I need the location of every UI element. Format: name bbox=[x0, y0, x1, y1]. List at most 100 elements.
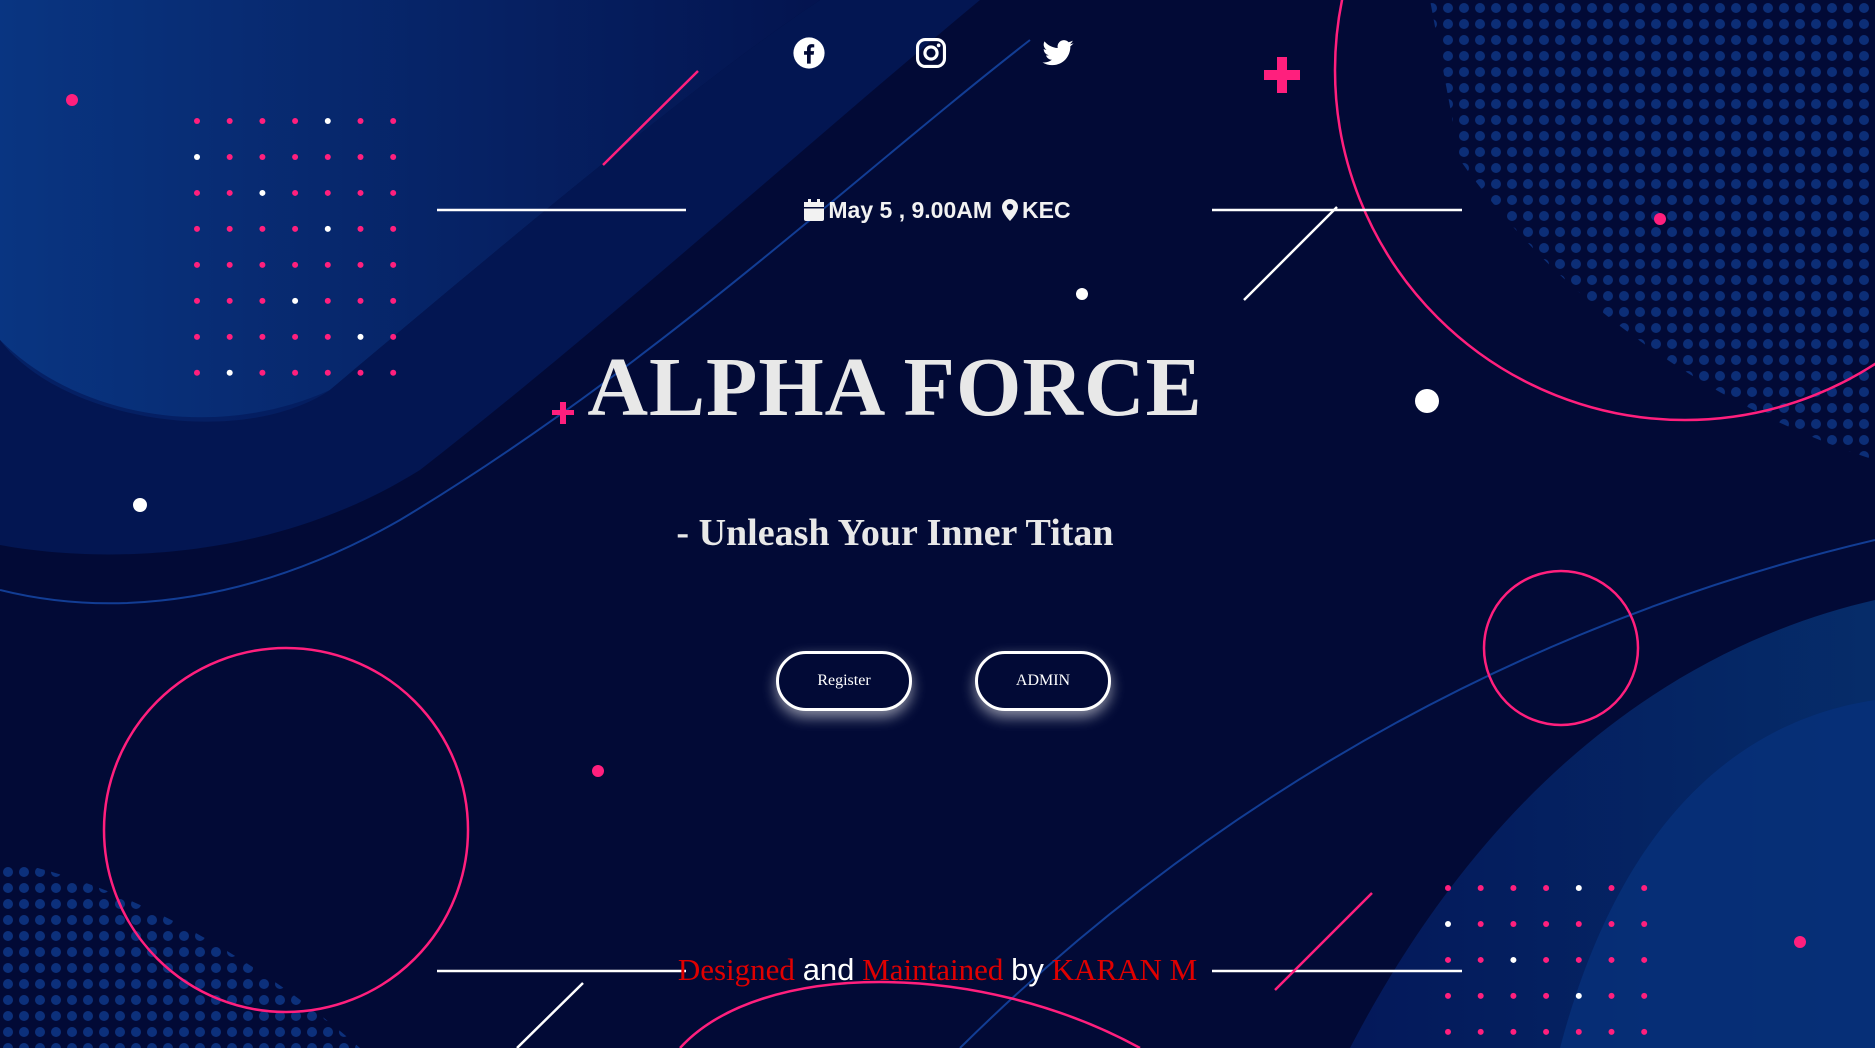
decor-dot bbox=[1575, 992, 1582, 999]
decor-dot bbox=[324, 118, 331, 124]
decor-dot bbox=[226, 297, 233, 304]
decor-dot bbox=[194, 225, 200, 232]
decor-dot bbox=[226, 261, 233, 268]
decor-dot bbox=[226, 225, 233, 232]
map-pin-icon bbox=[1002, 199, 1019, 221]
decor-dot bbox=[390, 153, 397, 160]
decor-dot bbox=[390, 261, 397, 268]
decor-dot bbox=[1543, 992, 1550, 999]
decor-dot bbox=[1641, 992, 1648, 999]
decor-dot bbox=[1477, 920, 1484, 927]
instagram-icon[interactable] bbox=[914, 36, 948, 70]
footer-by: by bbox=[1011, 952, 1044, 987]
decor-dot bbox=[357, 261, 364, 268]
decor-dot bbox=[324, 153, 331, 160]
decor-dot bbox=[1543, 920, 1550, 927]
decor-dot bbox=[292, 333, 299, 340]
decor-dot bbox=[259, 118, 266, 124]
tagline: - Unleash Your Inner Titan bbox=[676, 512, 1114, 554]
footer-maintained: Maintained bbox=[862, 952, 1004, 987]
decor-dot bbox=[1477, 956, 1484, 963]
decor-dot bbox=[324, 225, 331, 232]
facebook-icon[interactable] bbox=[792, 36, 826, 70]
decor-dot bbox=[1575, 885, 1582, 891]
decor-dot bbox=[259, 153, 266, 160]
decor-dot bbox=[390, 225, 397, 232]
decor-dot bbox=[259, 225, 266, 232]
decor-dot bbox=[1477, 1028, 1484, 1035]
decor-dot bbox=[226, 153, 233, 160]
decor-dot bbox=[1510, 885, 1517, 891]
decor-dot bbox=[194, 297, 200, 304]
calendar-icon bbox=[804, 199, 825, 221]
decor-dot bbox=[1543, 885, 1550, 891]
decor-dot bbox=[259, 297, 266, 304]
decor-dot bbox=[194, 261, 200, 268]
event-date-time: May 5 , 9.00AM bbox=[828, 196, 993, 223]
page-title: ALPHA FORCE bbox=[587, 341, 1203, 434]
decor-dot bbox=[357, 297, 364, 304]
decor-dot bbox=[357, 369, 364, 376]
decor-dot bbox=[1608, 1028, 1615, 1035]
decor-dot bbox=[1575, 920, 1582, 927]
decor-dot bbox=[292, 369, 299, 376]
decor-dot bbox=[292, 153, 299, 160]
decor-dot bbox=[390, 369, 397, 376]
decor-dot bbox=[1641, 956, 1648, 963]
decor-dot bbox=[194, 333, 200, 340]
decor-dot bbox=[1510, 956, 1517, 963]
footer-author: KARAN M bbox=[1051, 952, 1198, 987]
decor-dot bbox=[357, 118, 364, 124]
decor-dot bbox=[292, 261, 299, 268]
event-info: May 5 , 9.00AM KEC bbox=[0, 195, 1875, 225]
decor-dot bbox=[324, 369, 331, 376]
decor-dot bbox=[357, 153, 364, 160]
social-links bbox=[0, 36, 1875, 72]
decor-dot bbox=[324, 297, 331, 304]
decor-dot bbox=[226, 369, 233, 376]
decor-dot bbox=[390, 297, 397, 304]
decor-dot bbox=[390, 333, 397, 340]
footer-designed: Designed bbox=[677, 952, 795, 987]
decor-dot bbox=[1445, 1028, 1451, 1035]
decor-dot bbox=[1641, 1028, 1648, 1035]
decor-dot bbox=[259, 369, 266, 376]
decor-dot bbox=[1641, 885, 1648, 891]
decor-dot bbox=[1510, 992, 1517, 999]
decor-dot bbox=[390, 118, 397, 124]
decor-dot bbox=[1608, 885, 1615, 891]
decor-dot bbox=[194, 118, 200, 124]
decor-dot bbox=[292, 225, 299, 232]
register-button[interactable]: Register bbox=[776, 651, 912, 711]
decor-dot bbox=[259, 333, 266, 340]
decor-dot bbox=[292, 297, 299, 304]
event-location: KEC bbox=[1022, 196, 1071, 223]
decor-dot bbox=[324, 261, 331, 268]
decor-dot bbox=[1510, 920, 1517, 927]
decor-dot bbox=[357, 333, 364, 340]
admin-button[interactable]: ADMIN bbox=[975, 651, 1111, 711]
decor-dot bbox=[1445, 920, 1451, 927]
decor-dot bbox=[1543, 956, 1550, 963]
footer-and: and bbox=[802, 952, 855, 987]
decor-dot bbox=[194, 369, 200, 376]
decor-dot bbox=[1477, 885, 1484, 891]
decor-dot bbox=[1575, 1028, 1582, 1035]
decor-dot bbox=[292, 118, 299, 124]
decor-dot bbox=[259, 261, 266, 268]
twitter-icon[interactable] bbox=[1041, 36, 1075, 70]
decor-dot bbox=[1608, 956, 1615, 963]
decor-dot bbox=[1641, 920, 1648, 927]
decor-dot bbox=[1608, 920, 1615, 927]
decor-dot bbox=[1543, 1028, 1550, 1035]
decor-dot bbox=[1608, 992, 1615, 999]
decor-dot bbox=[357, 225, 364, 232]
decor-dot bbox=[1445, 992, 1451, 999]
decor-dot bbox=[226, 333, 233, 340]
decor-dot bbox=[324, 333, 331, 340]
decor-dot bbox=[194, 153, 200, 160]
decor-dot bbox=[226, 118, 233, 124]
decor-dot bbox=[1445, 956, 1451, 963]
decor-dot bbox=[1477, 992, 1484, 999]
decor-dot bbox=[1575, 956, 1582, 963]
